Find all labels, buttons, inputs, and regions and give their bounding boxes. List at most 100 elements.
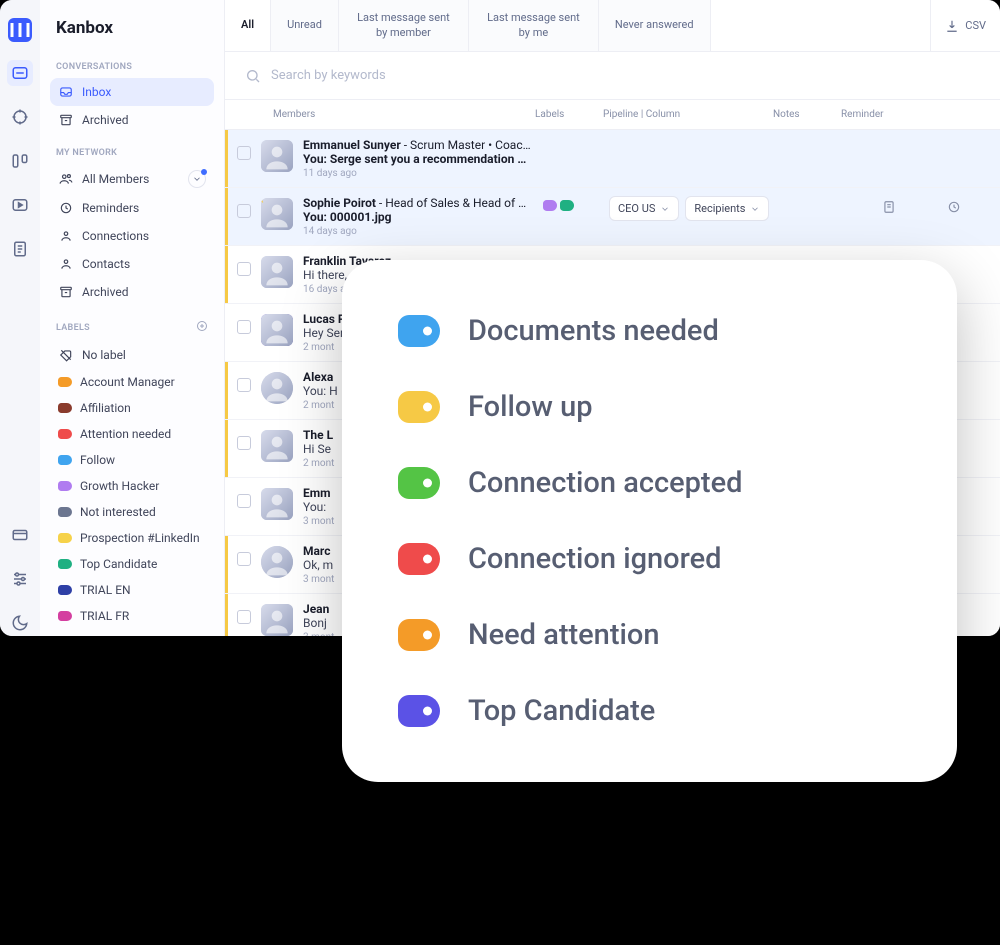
overlay-label-text: Connection accepted (468, 466, 742, 500)
label-dot-icon (58, 559, 72, 569)
chevron-down-icon[interactable] (188, 170, 206, 188)
message-row[interactable]: Emmanuel Sunyer - Scrum Master • Coach A… (225, 130, 1000, 188)
sidebar-item-inbox[interactable]: Inbox (50, 78, 214, 106)
label-text: Affiliation (80, 401, 206, 415)
nav-play-icon[interactable] (7, 192, 33, 218)
overlay-label-item[interactable]: Follow up (398, 390, 901, 424)
brand-logo-icon (8, 18, 32, 42)
tab-last-member[interactable]: Last message sent by member (339, 0, 469, 51)
avatar (261, 140, 293, 172)
overlay-label-item[interactable]: Connection accepted (398, 466, 901, 500)
nav-target-icon[interactable] (7, 104, 33, 130)
label-text: Growth Hacker (80, 479, 206, 493)
overlay-label-item[interactable]: Documents needed (398, 314, 901, 348)
star-icon: ★ (261, 198, 266, 206)
row-checkbox[interactable] (237, 320, 251, 334)
notes-icon[interactable] (864, 200, 914, 214)
reminder-icon[interactable] (924, 200, 984, 214)
overlay-label-text: Top Candidate (468, 694, 655, 728)
overlay-label-item[interactable]: Need attention (398, 618, 901, 652)
nav-moon-icon[interactable] (7, 610, 33, 636)
tab-last-me[interactable]: Last message sent by me (469, 0, 599, 51)
nav-inbox-icon[interactable] (7, 60, 33, 86)
inbox-icon (58, 84, 74, 100)
row-checkbox[interactable] (237, 378, 251, 392)
label-trial-fr[interactable]: TRIAL FR (50, 603, 214, 629)
sidebar-item-label: Inbox (82, 85, 206, 99)
member-name: Emmanuel Sunyer - Scrum Master • Coach A… (303, 138, 533, 152)
sidebar-item-archived[interactable]: Archived (50, 106, 214, 134)
icon-bar (0, 0, 40, 636)
message-time: 14 days ago (303, 226, 533, 237)
label-pill-icon (398, 695, 440, 727)
sidebar: Kanbox CONVERSATIONS InboxArchived MY NE… (40, 0, 225, 636)
col-notes: Notes (773, 109, 841, 120)
add-label-icon[interactable] (196, 320, 208, 335)
section-network: MY NETWORK (56, 148, 208, 158)
row-checkbox[interactable] (237, 262, 251, 276)
row-checkbox[interactable] (237, 610, 251, 624)
nav-card-icon[interactable] (7, 522, 33, 548)
recipients-select[interactable]: Recipients (685, 196, 769, 221)
label-text: Attention needed (80, 427, 206, 441)
overlay-label-item[interactable]: Top Candidate (398, 694, 901, 728)
label-affiliation[interactable]: Affiliation (50, 395, 214, 421)
overlay-label-text: Connection ignored (468, 542, 721, 576)
label-text: No label (82, 348, 206, 362)
label-no-label[interactable]: No label (50, 341, 214, 369)
label-not-interested[interactable]: Not interested (50, 499, 214, 525)
nav-settings-icon[interactable] (7, 566, 33, 592)
row-checkbox[interactable] (237, 436, 251, 450)
label-prospection[interactable]: Prospection #LinkedIn (50, 525, 214, 551)
row-checkbox[interactable] (237, 204, 251, 218)
label-top-candidate[interactable]: Top Candidate (50, 551, 214, 577)
label-dot-icon (58, 377, 72, 387)
search-icon (245, 68, 261, 84)
member-name: Sophie Poirot - Head of Sales & Head of … (303, 196, 533, 210)
row-checkbox[interactable] (237, 552, 251, 566)
brand-title: Kanbox (56, 18, 214, 38)
pipeline-select[interactable]: CEO US (609, 196, 679, 221)
column-headers: Members Labels Pipeline | Column Notes R… (225, 100, 1000, 130)
label-text: Top Candidate (80, 557, 206, 571)
sidebar-item-reminders[interactable]: Reminders (50, 194, 214, 222)
tab-never[interactable]: Never answered (599, 0, 711, 51)
label-text: Prospection #LinkedIn (80, 531, 206, 545)
label-follow[interactable]: Follow (50, 447, 214, 473)
label-attention-needed[interactable]: Attention needed (50, 421, 214, 447)
search-input[interactable] (271, 68, 980, 83)
label-growth-hacker[interactable]: Growth Hacker (50, 473, 214, 499)
col-pipeline: Pipeline | Column (603, 109, 773, 120)
label-dot-icon (58, 429, 72, 439)
tab-unread[interactable]: Unread (271, 0, 339, 51)
sidebar-item-label: Archived (82, 113, 206, 127)
overlay-label-text: Need attention (468, 618, 659, 652)
tabs: AllUnreadLast message sent by memberLast… (225, 0, 1000, 52)
avatar (261, 372, 293, 404)
sidebar-item-archived-net[interactable]: Archived (50, 278, 214, 306)
row-checkbox[interactable] (237, 146, 251, 160)
labels-overlay: Documents needed Follow up Connection acce… (342, 260, 957, 782)
sidebar-item-label: Archived (82, 285, 206, 299)
sidebar-item-contacts[interactable]: Contacts (50, 250, 214, 278)
label-pill-icon (398, 391, 440, 423)
sidebar-item-label: All Members (82, 172, 180, 186)
nav-kanban-icon[interactable] (7, 148, 33, 174)
archived-icon (58, 112, 74, 128)
label-dot-icon (58, 533, 72, 543)
tab-all[interactable]: All (225, 0, 271, 51)
sidebar-item-all-members[interactable]: All Members (50, 164, 214, 194)
nav-doc-icon[interactable] (7, 236, 33, 262)
sidebar-item-connections[interactable]: Connections (50, 222, 214, 250)
label-account-manager[interactable]: Account Manager (50, 369, 214, 395)
label-trial-en[interactable]: TRIAL EN (50, 577, 214, 603)
sidebar-item-label: Reminders (82, 201, 206, 215)
message-row[interactable]: ★ Sophie Poirot - Head of Sales & Head of… (225, 188, 1000, 246)
export-csv-button[interactable]: CSV (930, 0, 1000, 51)
tag-pill-icon (543, 200, 557, 211)
label-pill-icon (398, 619, 440, 651)
avatar (261, 604, 293, 636)
overlay-label-item[interactable]: Connection ignored (398, 542, 901, 576)
row-checkbox[interactable] (237, 494, 251, 508)
message-snippet: You: Serge sent you a recommendation Rev… (303, 152, 533, 166)
